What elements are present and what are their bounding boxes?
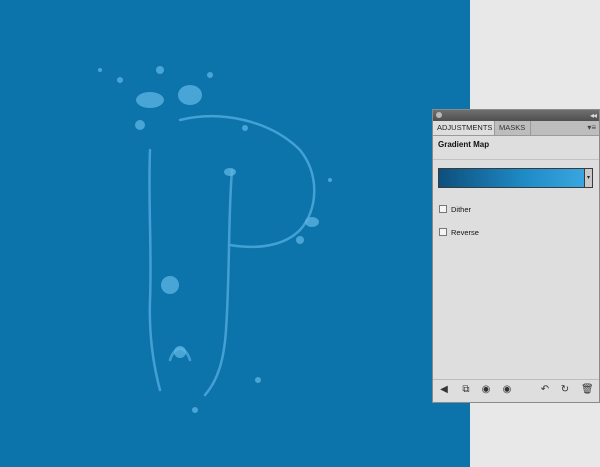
visibility-eye-icon[interactable]: ◉ — [501, 384, 513, 396]
adjustment-title: Gradient Map — [438, 140, 490, 149]
collapse-icon[interactable]: ◂◂ — [590, 110, 597, 121]
back-arrow-icon[interactable]: ◀ — [438, 384, 450, 396]
gradient-dropdown-icon[interactable]: ▾ — [584, 168, 593, 188]
reverse-label: Reverse — [451, 228, 479, 237]
panel-footer: ◀ ⧉ ◉ ◉ ↶ ↻ 🗑 — [433, 379, 599, 402]
reset-icon[interactable]: ↻ — [559, 384, 571, 396]
splash-letter-artwork — [98, 66, 332, 413]
panel-tabbar: ADJUSTMENTS MASKS — [433, 121, 599, 136]
document-canvas[interactable] — [0, 0, 470, 467]
gradient-preview[interactable] — [438, 168, 585, 188]
dither-checkbox[interactable] — [439, 205, 447, 213]
panel-titlebar[interactable]: ◂◂ — [433, 110, 599, 121]
close-icon[interactable] — [436, 112, 442, 118]
tab-masks[interactable]: MASKS — [495, 121, 531, 135]
panel-menu-icon[interactable]: ▾≡ — [587, 121, 596, 135]
trash-icon[interactable]: 🗑 — [581, 384, 594, 396]
expanded-view-icon[interactable]: ⧉ — [460, 384, 472, 396]
clip-layer-icon[interactable]: ◉ — [480, 384, 492, 396]
view-previous-icon[interactable]: ↶ — [539, 384, 551, 396]
reverse-checkbox[interactable] — [439, 228, 447, 236]
tab-adjustments[interactable]: ADJUSTMENTS — [433, 121, 495, 135]
adjustments-panel: ◂◂ ADJUSTMENTS MASKS ▾≡ Gradient Map ▾ D… — [432, 109, 600, 403]
dither-option[interactable]: Dither — [439, 205, 471, 214]
reverse-option[interactable]: Reverse — [439, 228, 479, 237]
dither-label: Dither — [451, 205, 472, 214]
divider — [433, 159, 599, 160]
